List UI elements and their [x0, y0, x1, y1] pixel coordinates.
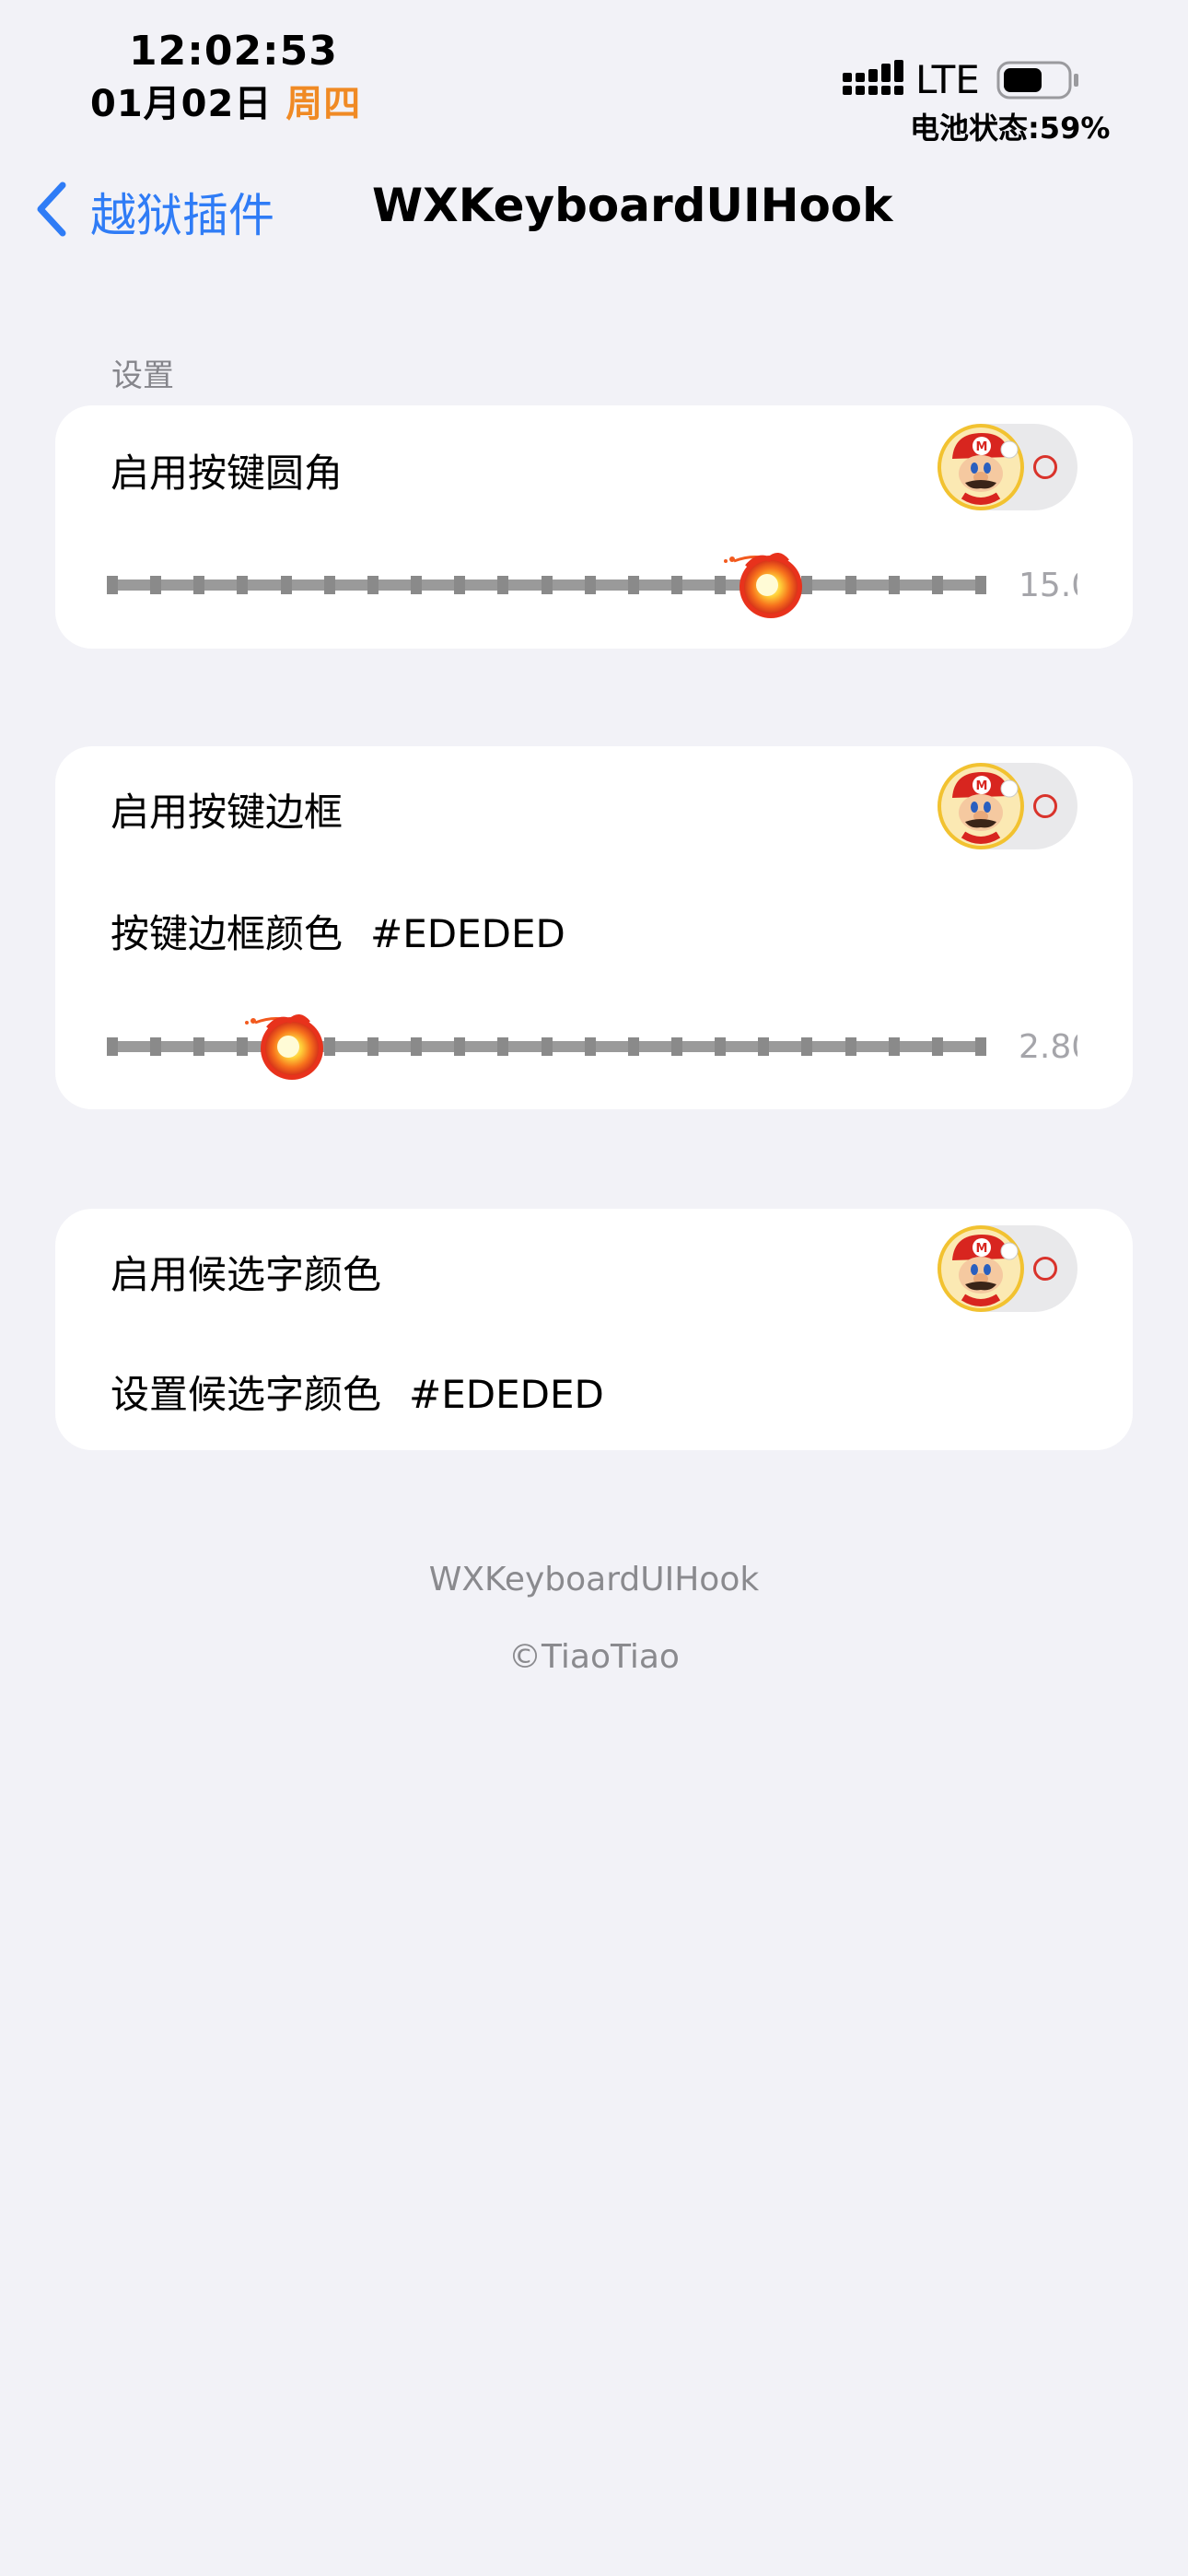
fireball-icon[interactable] [721, 543, 809, 627]
slider-tick [889, 576, 900, 594]
settings-card-border: 启用按键边框 按键边框颜色 #EDEDED 2.80 [55, 746, 1133, 1109]
corner-radius-toggle[interactable] [938, 424, 1077, 510]
border-width-value: 2.80 [1019, 1028, 1077, 1066]
slider-tick [889, 1037, 900, 1056]
slider-tick [497, 1037, 508, 1056]
slider-tick [975, 576, 986, 594]
corner-radius-slider[interactable] [107, 557, 986, 613]
slider-tick [585, 576, 596, 594]
mario-icon [936, 422, 1026, 512]
slider-tick [193, 1037, 204, 1056]
slider-tick [758, 1037, 769, 1056]
toggle-label-corner-radius: 启用按键圆角 [111, 451, 344, 496]
chevron-left-icon[interactable] [35, 181, 68, 237]
candidate-color-label: 设置候选字颜色 [111, 1372, 382, 1417]
slider-tick [628, 576, 639, 594]
border-color-value: #EDEDED [370, 911, 565, 956]
slider-tick [671, 1037, 682, 1056]
battery-status: 电池状态:59% [910, 111, 1111, 146]
mario-icon [936, 761, 1026, 851]
slider-tick [454, 576, 465, 594]
corner-radius-value: 15.0 [1019, 567, 1077, 604]
slider-tick [845, 576, 856, 594]
slider-tick [497, 576, 508, 594]
slider-tick [542, 1037, 553, 1056]
toggle-off-indicator [1033, 1257, 1057, 1281]
slider-tick [107, 576, 118, 594]
slider-tick [585, 1037, 596, 1056]
slider-tick [801, 1037, 812, 1056]
status-date-text: 01月02日 [90, 83, 273, 125]
back-button[interactable]: 越狱插件 [90, 179, 274, 245]
slider-tick [324, 576, 335, 594]
status-date: 01月02日 周四 [90, 74, 361, 127]
status-time: 12:02:53 [129, 28, 338, 75]
page-title: WXKeyboardUIHook [372, 179, 893, 232]
slider-tick [193, 576, 204, 594]
slider-tick [367, 1037, 379, 1056]
slider-tick [281, 576, 292, 594]
settings-card-candidate-color: 启用候选字颜色 设置候选字颜色 #EDEDED [55, 1209, 1133, 1450]
section-header: 设置 [111, 357, 174, 394]
slider-tick [107, 1037, 118, 1056]
toggle-off-indicator [1033, 794, 1057, 818]
border-toggle[interactable] [938, 763, 1077, 849]
candidate-color-toggle[interactable] [938, 1225, 1077, 1312]
toggle-label-border: 启用按键边框 [111, 790, 344, 835]
status-weekday: 周四 [285, 83, 362, 125]
candidate-color-value: #EDEDED [409, 1372, 604, 1417]
slider-tick [628, 1037, 639, 1056]
footer-app-name: WXKeyboardUIHook [428, 1561, 760, 1598]
slider-tick [411, 1037, 422, 1056]
slider-tick [975, 1037, 986, 1056]
slider-tick [542, 576, 553, 594]
slider-tick [150, 576, 161, 594]
toggle-off-indicator [1033, 455, 1057, 479]
slider-tick [411, 576, 422, 594]
network-type: LTE [915, 57, 980, 102]
slider-tick [237, 576, 248, 594]
mario-icon [936, 1224, 1026, 1314]
signal-icon [843, 60, 903, 95]
slider-tick [150, 1037, 161, 1056]
fireball-icon[interactable] [242, 1004, 331, 1089]
border-color-label: 按键边框颜色 [111, 911, 344, 956]
candidate-color-row[interactable]: 设置候选字颜色 #EDEDED [111, 1364, 604, 1420]
footer-copyright: ©TiaoTiao [508, 1638, 680, 1676]
slider-tick [932, 1037, 943, 1056]
border-color-row[interactable]: 按键边框颜色 #EDEDED [111, 903, 565, 959]
border-width-slider[interactable] [107, 1019, 986, 1074]
slider-tick [367, 576, 379, 594]
slider-tick [454, 1037, 465, 1056]
settings-card-corner-radius: 启用按键圆角 15.0 [55, 405, 1133, 649]
slider-tick [715, 1037, 726, 1056]
slider-tick [671, 576, 682, 594]
toggle-label-candidate-color: 启用候选字颜色 [111, 1252, 382, 1297]
slider-tick [932, 576, 943, 594]
battery-icon [996, 61, 1078, 100]
slider-tick [845, 1037, 856, 1056]
